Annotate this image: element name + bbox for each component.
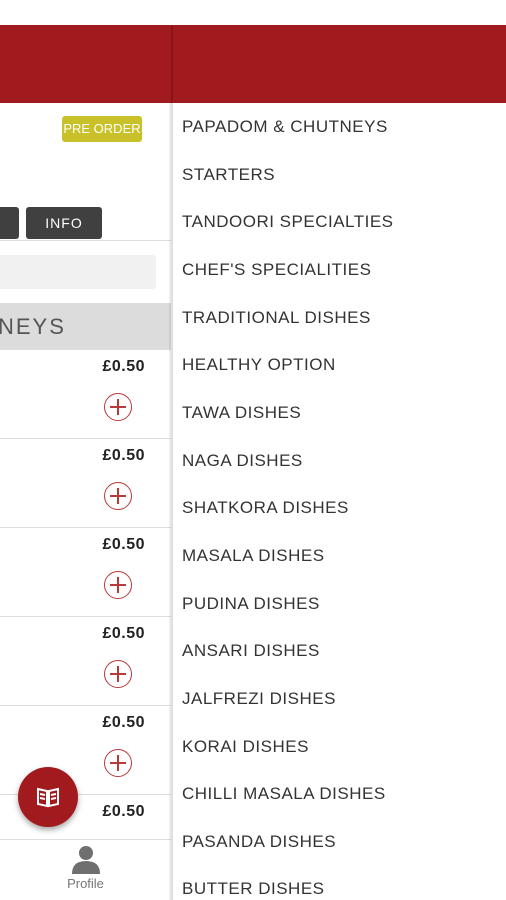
drawer-item-papadom-chutneys[interactable]: PAPADOM & CHUTNEYS xyxy=(182,117,388,137)
drawer-item-starters[interactable]: STARTERS xyxy=(182,165,275,185)
item-price: £0.50 xyxy=(102,625,145,642)
menu-item: £0.50 xyxy=(0,617,171,706)
drawer-item-naga-dishes[interactable]: NAGA DISHES xyxy=(182,451,303,471)
drawer-item-korai-dishes[interactable]: KORAI DISHES xyxy=(182,737,309,757)
add-item-icon[interactable] xyxy=(104,749,132,777)
item-price: £0.50 xyxy=(102,536,145,553)
drawer-item-tawa-dishes[interactable]: TAWA DISHES xyxy=(182,403,301,423)
drawer-item-masala-dishes[interactable]: MASALA DISHES xyxy=(182,546,325,566)
divider xyxy=(0,240,171,241)
drawer-item-pasanda-dishes[interactable]: PASANDA DISHES xyxy=(182,832,336,852)
drawer-item-ansari-dishes[interactable]: ANSARI DISHES xyxy=(182,641,320,661)
menu-item: £0.50 xyxy=(0,528,171,617)
add-item-icon[interactable] xyxy=(104,571,132,599)
info-button[interactable]: INFO xyxy=(26,207,102,239)
bottom-tab-bar: Profile xyxy=(0,839,171,900)
drawer-item-butter-dishes[interactable]: BUTTER DISHES xyxy=(182,879,325,899)
drawer-item-chefs-specialities[interactable]: CHEF'S SPECIALITIES xyxy=(182,260,371,280)
menu-panel: PRE ORDER INFO NEYS £0.50 £0.50 £0.50 £0… xyxy=(0,103,171,900)
profile-icon[interactable] xyxy=(69,844,103,874)
preorder-badge: PRE ORDER xyxy=(62,116,142,142)
app-header xyxy=(0,25,506,103)
menu-fab-button[interactable] xyxy=(18,767,78,827)
drawer-item-tandoori-specialties[interactable]: TANDOORI SPECIALTIES xyxy=(182,212,394,232)
drawer-item-traditional-dishes[interactable]: TRADITIONAL DISHES xyxy=(182,308,371,328)
add-item-icon[interactable] xyxy=(104,482,132,510)
category-drawer: PAPADOM & CHUTNEYS STARTERS TANDOORI SPE… xyxy=(173,103,506,900)
menu-book-icon xyxy=(37,787,59,808)
item-price: £0.50 xyxy=(102,358,145,375)
drawer-item-shatkora-dishes[interactable]: SHATKORA DISHES xyxy=(182,498,349,518)
menu-item: £0.50 xyxy=(0,350,171,439)
item-price: £0.50 xyxy=(102,714,145,731)
tab-profile-label[interactable]: Profile xyxy=(0,876,171,891)
search-input[interactable] xyxy=(0,255,156,289)
add-item-icon[interactable] xyxy=(104,393,132,421)
drawer-item-chilli-masala-dishes[interactable]: CHILLI MASALA DISHES xyxy=(182,784,386,804)
menu-item: £0.50 xyxy=(0,439,171,528)
reviews-button[interactable] xyxy=(0,207,19,239)
header-divider xyxy=(171,25,173,103)
status-bar xyxy=(0,0,506,25)
drawer-item-healthy-option[interactable]: HEALTHY OPTION xyxy=(182,355,336,375)
drawer-item-jalfrezi-dishes[interactable]: JALFREZI DISHES xyxy=(182,689,336,709)
add-item-icon[interactable] xyxy=(104,660,132,688)
category-header: NEYS xyxy=(0,303,171,350)
item-price: £0.50 xyxy=(102,447,145,464)
item-price: £0.50 xyxy=(102,803,145,820)
category-title: NEYS xyxy=(0,314,66,339)
drawer-item-pudina-dishes[interactable]: PUDINA DISHES xyxy=(182,594,320,614)
